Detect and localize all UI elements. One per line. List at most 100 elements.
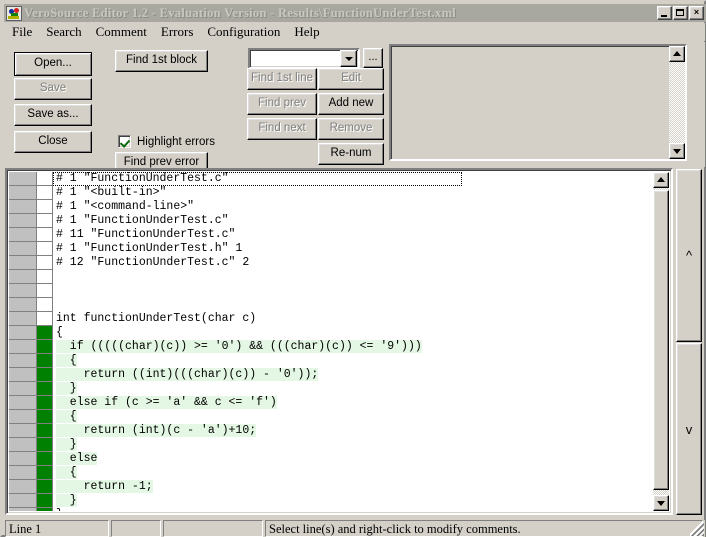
code-row-text[interactable]: return -1; — [53, 480, 654, 494]
highlight-errors-checkbox[interactable] — [118, 135, 131, 148]
code-row[interactable]: else if (c >= 'a' && c <= 'f') — [9, 396, 654, 410]
scroll-block-down-button[interactable]: v — [676, 343, 702, 515]
open-button[interactable]: Open... — [14, 52, 92, 76]
code-row-text[interactable]: # 1 "<built-in>" — [53, 186, 654, 200]
code-row[interactable]: # 1 "<command-line>" — [9, 200, 654, 214]
code-row[interactable]: # 1 "<built-in>" — [9, 186, 654, 200]
menu-item-file[interactable]: File — [5, 23, 39, 42]
code-row[interactable]: { — [9, 410, 654, 424]
code-row-gutter[interactable] — [9, 424, 37, 438]
code-row-marker-covered[interactable] — [37, 508, 53, 511]
chevron-down-icon[interactable] — [340, 50, 357, 67]
menu-item-comment[interactable]: Comment — [89, 23, 154, 42]
code-row[interactable]: { — [9, 354, 654, 368]
code-row[interactable]: } — [9, 382, 654, 396]
code-row-text[interactable]: { — [53, 410, 654, 424]
editor-scrollbar-thumb[interactable] — [653, 190, 669, 490]
code-row-text[interactable] — [53, 270, 654, 284]
code-row-gutter[interactable] — [9, 228, 37, 242]
code-row[interactable]: # 12 "FunctionUnderTest.c" 2 — [9, 256, 654, 270]
code-row-gutter[interactable] — [9, 466, 37, 480]
code-row-marker-covered[interactable] — [37, 452, 53, 466]
code-row-text[interactable]: else — [53, 452, 654, 466]
code-row-marker[interactable] — [37, 284, 53, 298]
code-row-text[interactable]: return ((int)(((char)(c)) - '0')); — [53, 368, 654, 382]
code-row-marker-covered[interactable] — [37, 494, 53, 508]
message-textarea[interactable] — [389, 44, 687, 161]
code-row-gutter[interactable] — [9, 410, 37, 424]
code-row-text[interactable]: # 11 "FunctionUnderTest.c" — [53, 228, 654, 242]
code-row-gutter[interactable] — [9, 438, 37, 452]
renumber-button[interactable]: Re-num — [318, 143, 384, 165]
code-row-marker[interactable] — [37, 270, 53, 284]
code-row-text[interactable]: } — [53, 508, 654, 511]
code-row-marker[interactable] — [37, 298, 53, 312]
code-row-text[interactable]: # 1 "FunctionUnderTest.h" 1 — [53, 242, 654, 256]
code-row[interactable]: } — [9, 494, 654, 508]
code-row[interactable]: return ((int)(((char)(c)) - '0')); — [9, 368, 654, 382]
code-row-gutter[interactable] — [9, 256, 37, 270]
code-row[interactable]: } — [9, 508, 654, 511]
code-row-marker[interactable] — [37, 186, 53, 200]
code-row[interactable]: { — [9, 326, 654, 340]
code-row-gutter[interactable] — [9, 214, 37, 228]
code-row[interactable]: { — [9, 466, 654, 480]
resize-grip-icon[interactable] — [690, 522, 704, 536]
code-row-gutter[interactable] — [9, 242, 37, 256]
close-button[interactable]: × — [689, 6, 704, 20]
code-row-marker-covered[interactable] — [37, 354, 53, 368]
code-row-gutter[interactable] — [9, 298, 37, 312]
code-row-gutter[interactable] — [9, 396, 37, 410]
code-row-text[interactable]: # 1 "FunctionUnderTest.c" — [53, 214, 654, 228]
code-row[interactable]: int functionUnderTest(char c) — [9, 312, 654, 326]
code-row[interactable]: # 1 "FunctionUnderTest.c" — [9, 172, 654, 186]
code-row-marker[interactable] — [37, 242, 53, 256]
code-row[interactable]: # 11 "FunctionUnderTest.c" — [9, 228, 654, 242]
code-row-text[interactable]: { — [53, 354, 654, 368]
code-row-marker[interactable] — [37, 312, 53, 326]
code-row-marker[interactable] — [37, 228, 53, 242]
code-row[interactable] — [9, 270, 654, 284]
code-row-marker-covered[interactable] — [37, 382, 53, 396]
code-row-gutter[interactable] — [9, 200, 37, 214]
code-row[interactable]: # 1 "FunctionUnderTest.c" — [9, 214, 654, 228]
code-row-text[interactable]: } — [53, 494, 654, 508]
scroll-up-arrow-icon[interactable] — [669, 46, 685, 62]
editor-scroll-up-arrow-icon[interactable] — [653, 172, 669, 188]
scroll-block-up-button[interactable]: ^ — [676, 169, 702, 342]
code-row[interactable]: } — [9, 438, 654, 452]
code-row[interactable] — [9, 298, 654, 312]
code-row-gutter[interactable] — [9, 172, 37, 186]
code-row[interactable]: else — [9, 452, 654, 466]
code-row-text[interactable]: # 1 "FunctionUnderTest.c" — [53, 172, 654, 186]
maximize-button[interactable] — [673, 6, 688, 20]
code-row-gutter[interactable] — [9, 508, 37, 511]
close-file-button[interactable]: Close — [14, 131, 92, 153]
code-row-gutter[interactable] — [9, 452, 37, 466]
code-row-text[interactable]: { — [53, 466, 654, 480]
code-row[interactable] — [9, 284, 654, 298]
code-row-marker-covered[interactable] — [37, 480, 53, 494]
code-row-marker[interactable] — [37, 256, 53, 270]
code-row-text[interactable]: else if (c >= 'a' && c <= 'f') — [53, 396, 654, 410]
browse-ellipsis-button[interactable]: ... — [363, 48, 383, 68]
code-row-text[interactable]: } — [53, 382, 654, 396]
code-row[interactable]: if (((((char)(c)) >= '0') && (((char)(c)… — [9, 340, 654, 354]
menu-item-errors[interactable]: Errors — [154, 23, 201, 42]
code-row-text[interactable]: int functionUnderTest(char c) — [53, 312, 654, 326]
code-row-gutter[interactable] — [9, 382, 37, 396]
highlight-errors-row[interactable]: Highlight errors — [118, 135, 215, 148]
code-row-text[interactable]: } — [53, 438, 654, 452]
code-row-text[interactable]: { — [53, 326, 654, 340]
code-row-gutter[interactable] — [9, 340, 37, 354]
menu-item-configuration[interactable]: Configuration — [200, 23, 287, 42]
code-row-marker-covered[interactable] — [37, 368, 53, 382]
code-row-marker[interactable] — [37, 172, 53, 186]
code-row-gutter[interactable] — [9, 354, 37, 368]
code-row-gutter[interactable] — [9, 312, 37, 326]
code-row-gutter[interactable] — [9, 494, 37, 508]
code-row-marker-covered[interactable] — [37, 326, 53, 340]
code-rows[interactable]: # 1 "FunctionUnderTest.c" # 1 "<built-in>… — [9, 172, 654, 511]
code-row-marker-covered[interactable] — [37, 424, 53, 438]
comment-combo[interactable] — [248, 48, 360, 69]
